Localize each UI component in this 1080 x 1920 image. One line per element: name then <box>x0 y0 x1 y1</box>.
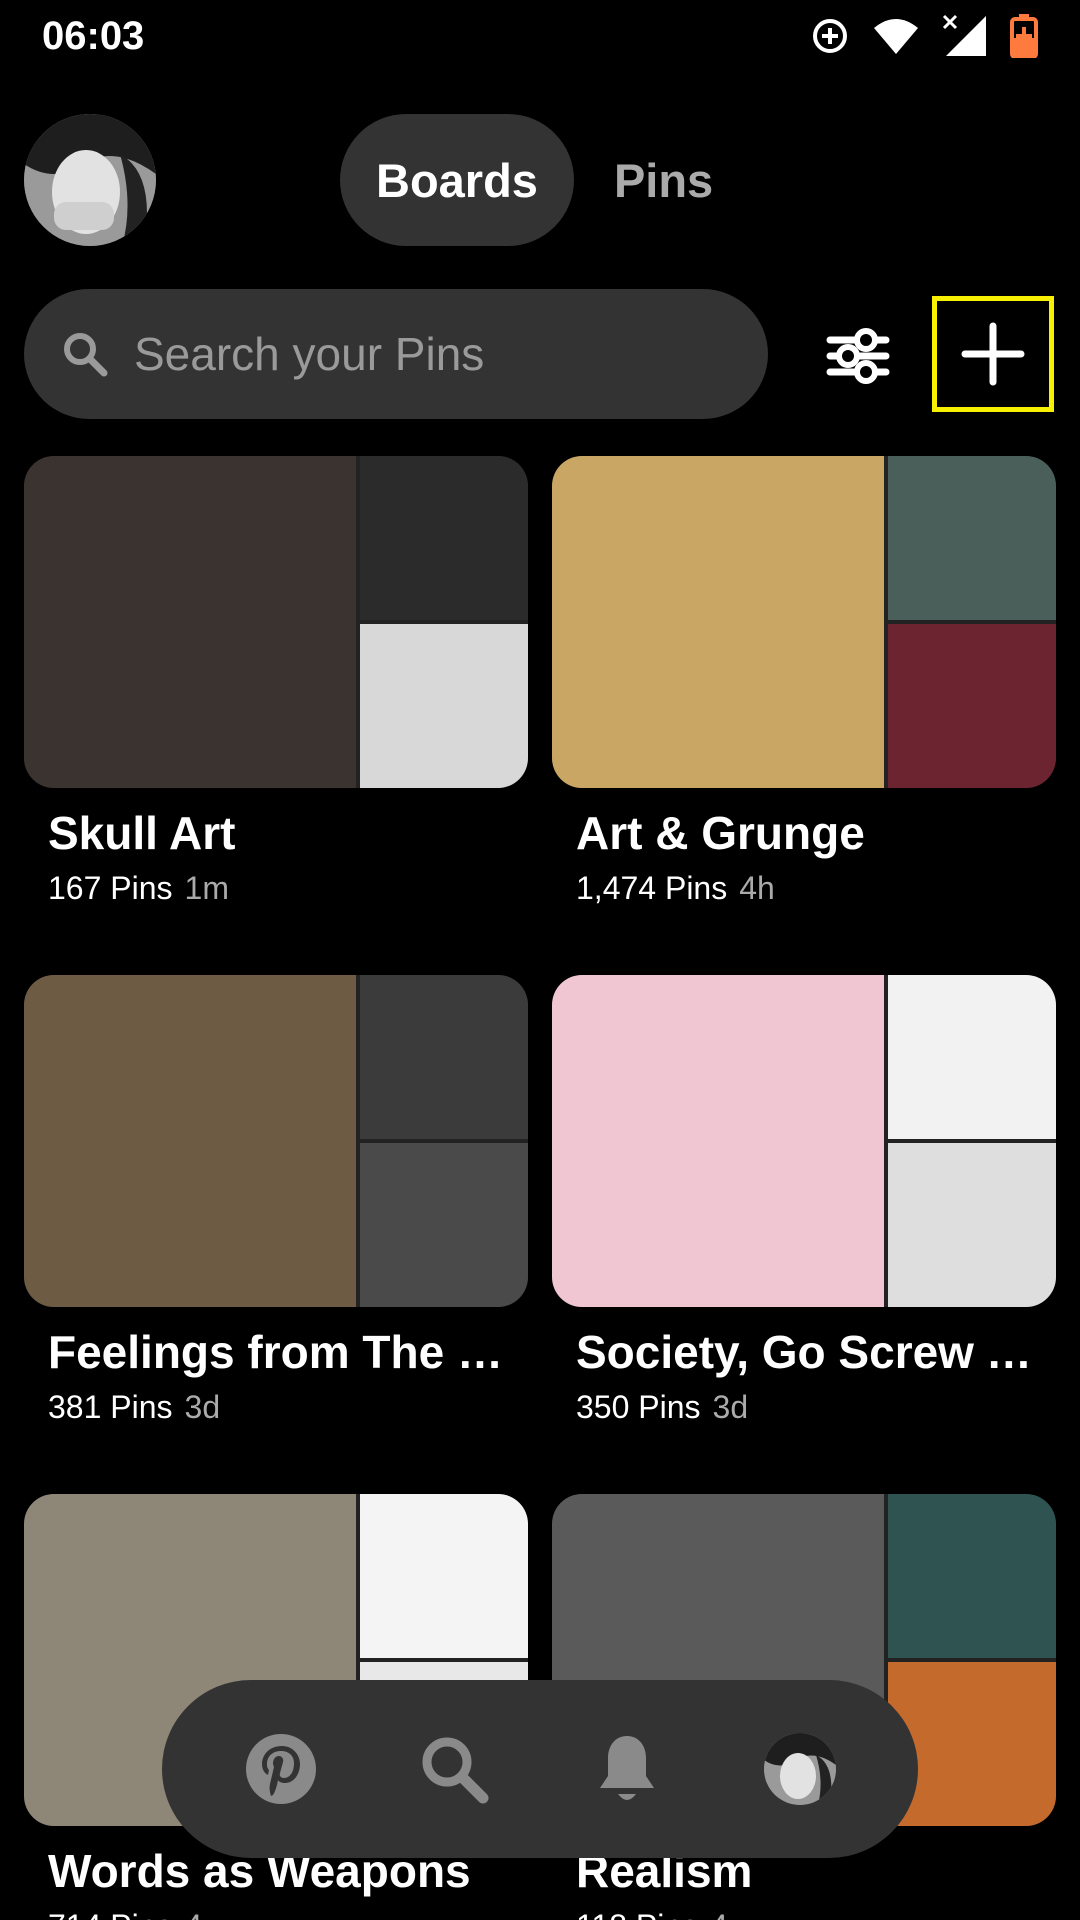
search-input[interactable] <box>134 327 714 381</box>
nav-home[interactable] <box>231 1719 331 1819</box>
view-tabs: Boards Pins <box>340 114 749 246</box>
board-cover-main-image <box>552 975 884 1307</box>
board-cover-side-image <box>888 1494 1056 1658</box>
board-cover-side-image <box>888 975 1056 1139</box>
board-cover[interactable] <box>24 456 528 788</box>
board-meta: 714 Pins 4w <box>48 1908 528 1920</box>
board-cover-side-image <box>360 624 528 788</box>
board-age: 3d <box>184 1389 221 1425</box>
board-meta: 1,474 Pins 4h <box>576 870 1056 907</box>
board-cover-side-image <box>888 1143 1056 1307</box>
board-age: 4w <box>185 1908 226 1920</box>
board-cover-side-image <box>360 975 528 1139</box>
status-bar: 06:03 <box>0 0 1080 72</box>
search-icon <box>64 333 108 377</box>
wifi-icon <box>874 19 918 54</box>
board-pin-count: 714 Pins <box>48 1908 173 1920</box>
filter-button[interactable] <box>820 318 896 394</box>
board-cover[interactable] <box>24 975 528 1307</box>
board-age: 3d <box>712 1389 749 1425</box>
board-cover-side-image <box>888 456 1056 620</box>
signal-icon <box>942 14 986 56</box>
board-meta: 381 Pins 3d <box>48 1389 528 1426</box>
filter-sliders-icon <box>826 328 890 384</box>
battery-charging-icon <box>1010 14 1038 58</box>
tab-pins[interactable]: Pins <box>574 114 749 246</box>
board-title: Feelings from The … <box>48 1326 503 1378</box>
board-cover-side-image <box>360 1143 528 1307</box>
board-meta: 350 Pins 3d <box>576 1389 1056 1426</box>
data-saver-icon <box>813 19 847 53</box>
nav-profile[interactable] <box>750 1719 850 1819</box>
status-icons <box>810 14 1038 58</box>
nav-search[interactable] <box>404 1719 504 1819</box>
board-age: 4w <box>710 1908 751 1920</box>
board-meta: 118 Pins 4w <box>576 1908 1056 1920</box>
board-title: Society, Go Screw Y… <box>576 1326 1056 1378</box>
plus-icon <box>961 322 1025 386</box>
board-meta: 167 Pins 1m <box>48 870 528 907</box>
board-age: 4h <box>739 870 775 906</box>
add-board-button[interactable] <box>932 296 1054 412</box>
status-time: 06:03 <box>42 14 145 58</box>
search-icon <box>422 1737 488 1804</box>
board-pin-count: 118 Pins <box>576 1908 698 1920</box>
tab-boards[interactable]: Boards <box>340 114 574 246</box>
board-pin-count: 1,474 Pins <box>576 870 728 906</box>
board-cover-side-image <box>888 624 1056 788</box>
bottom-nav <box>162 1680 918 1858</box>
board-pin-count: 350 Pins <box>576 1389 701 1425</box>
board-title: Skull Art <box>48 807 236 859</box>
board-card[interactable]: Art & Grunge 1,474 Pins 4h <box>552 456 1056 907</box>
nav-notifications[interactable] <box>577 1719 677 1819</box>
board-cover-main-image <box>24 456 356 788</box>
search-bar[interactable] <box>24 289 768 419</box>
board-cover-main-image <box>552 456 884 788</box>
bell-icon <box>599 1736 654 1800</box>
pinterest-home-icon <box>245 1734 316 1804</box>
board-card[interactable]: Society, Go Screw Y… 350 Pins 3d <box>552 975 1056 1426</box>
profile-avatar <box>763 1733 836 1805</box>
board-age: 1m <box>184 870 229 906</box>
board-card[interactable]: Skull Art 167 Pins 1m <box>24 456 528 907</box>
board-pin-count: 167 Pins <box>48 870 173 906</box>
board-cover-side-image <box>360 1494 528 1658</box>
profile-avatar[interactable] <box>24 114 156 246</box>
board-cover[interactable] <box>552 456 1056 788</box>
board-cover[interactable] <box>552 975 1056 1307</box>
board-title: Art & Grunge <box>576 807 865 859</box>
board-card[interactable]: Feelings from The … 381 Pins 3d <box>24 975 528 1426</box>
board-cover-side-image <box>360 456 528 620</box>
board-pin-count: 381 Pins <box>48 1389 173 1425</box>
board-cover-main-image <box>24 975 356 1307</box>
